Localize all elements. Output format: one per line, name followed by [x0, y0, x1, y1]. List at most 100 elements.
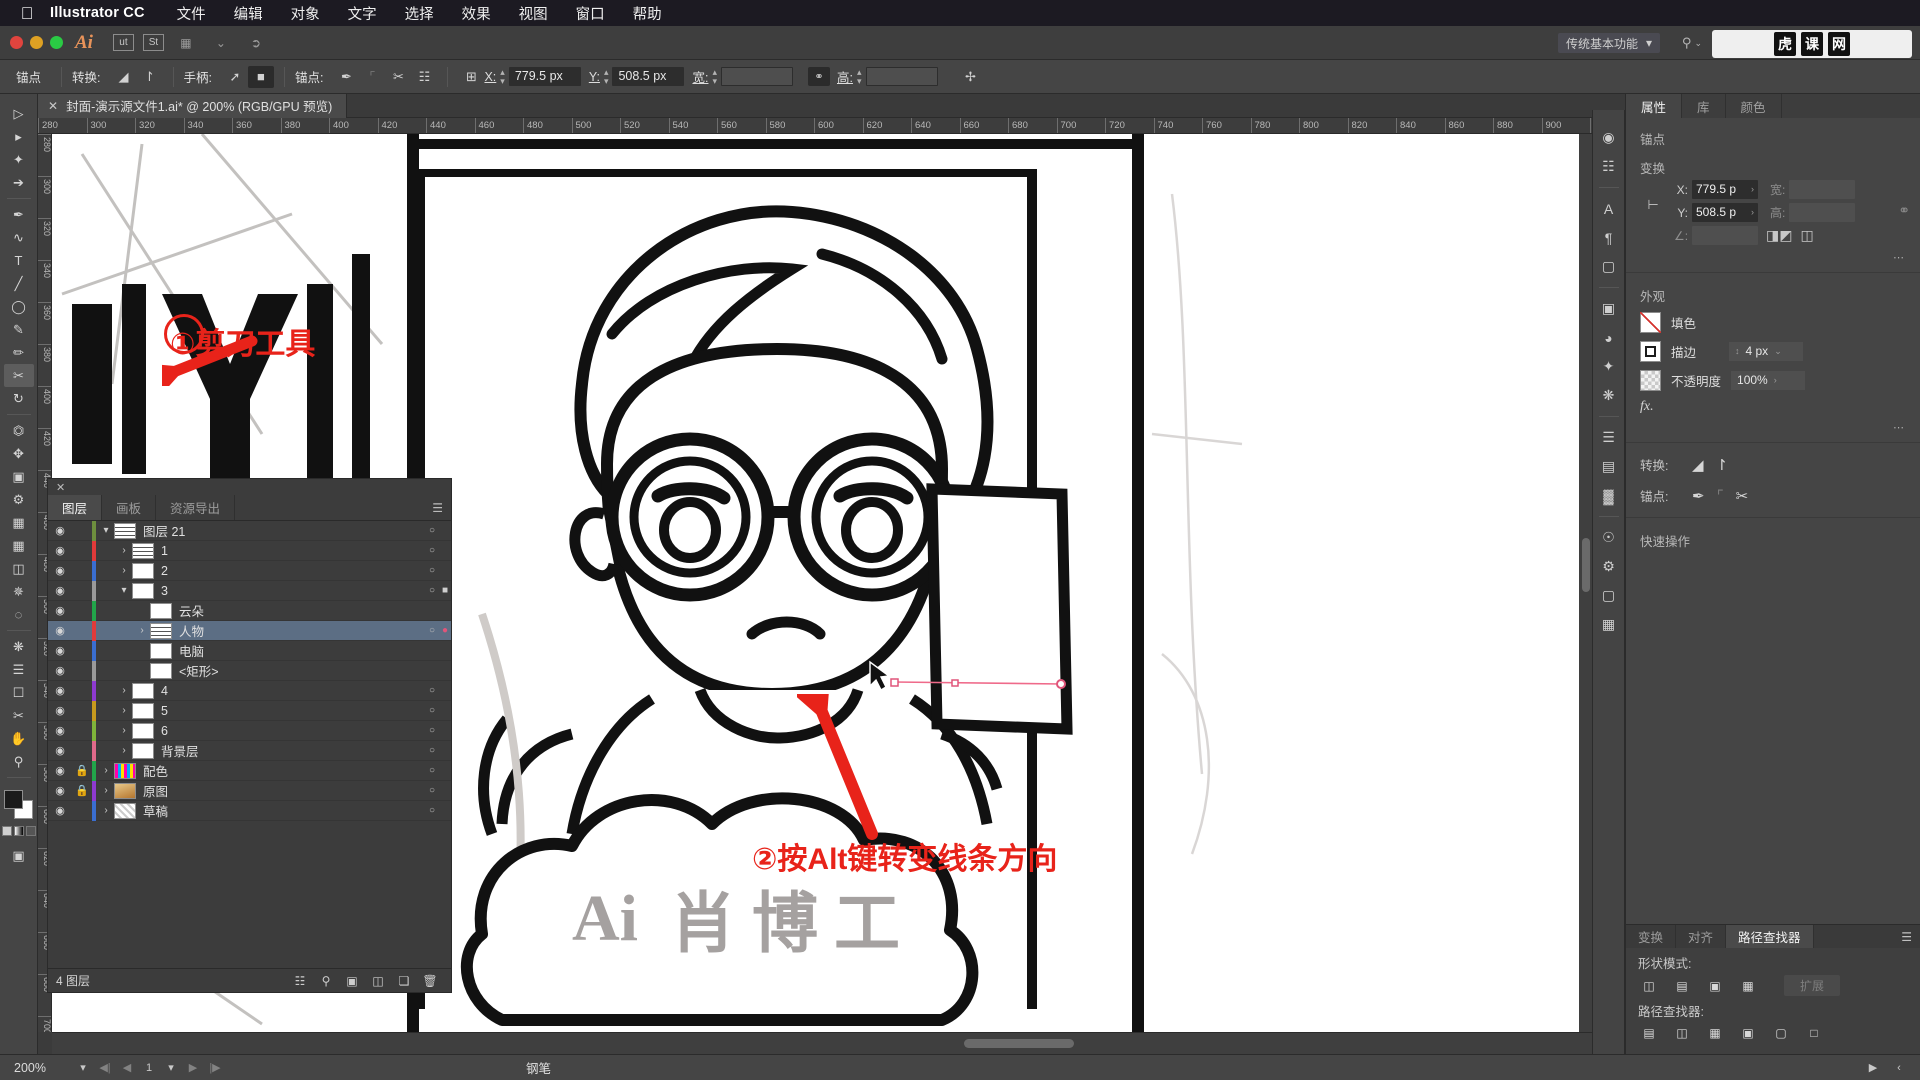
isolate-icon[interactable]: ☷	[411, 66, 437, 88]
target-indicator[interactable]: ○	[425, 685, 439, 696]
column-graph-tool[interactable]: ☰	[4, 658, 34, 681]
canvas-vertical-scrollbar[interactable]	[1579, 134, 1592, 1032]
outline-icon[interactable]: ▢	[1770, 1023, 1792, 1042]
menu-help[interactable]: 帮助	[619, 3, 676, 24]
stock-icon[interactable]: St	[142, 34, 164, 51]
panel-close-icon[interactable]: ✕	[48, 479, 451, 495]
y-input[interactable]: 508.5 p ›	[1692, 203, 1758, 222]
tab-color[interactable]: 颜色	[1726, 94, 1782, 118]
width-field-group[interactable]: 宽: ▴ ▾	[692, 67, 793, 86]
width-tool[interactable]: ✥	[4, 442, 34, 465]
curvature-tool[interactable]: ∿	[4, 226, 34, 249]
flip-vertical-icon[interactable]: ◫	[1800, 227, 1813, 244]
disclosure-triangle-icon[interactable]: ▾	[98, 525, 114, 536]
selection-indicator[interactable]: ●	[439, 625, 451, 636]
play-icon[interactable]: ▶	[1862, 1061, 1884, 1074]
more-options-icon[interactable]: ⋯	[1626, 249, 1920, 266]
layer-row[interactable]: ◉ › 5 ○	[48, 700, 451, 721]
layer-row[interactable]: ◉ 🔒 › 配色 ○	[48, 760, 451, 781]
layer-row[interactable]: ◉ › 1 ○	[48, 540, 451, 561]
hand-tool[interactable]: ✋	[4, 727, 34, 750]
stroke-row[interactable]: 描边 ↕ 4 px ⌄	[1626, 337, 1920, 366]
layer-row[interactable]: ◉ › 草稿 ○	[48, 800, 451, 821]
layer-name[interactable]: 1	[161, 544, 425, 558]
eye-icon[interactable]: ◉	[48, 584, 72, 597]
gradient-swatch-button[interactable]	[13, 826, 24, 836]
fill-stroke-swatches[interactable]	[2, 788, 36, 822]
document-tab[interactable]: ✕ 封面-演示源文件1.ai* @ 200% (RGB/GPU 预览)	[38, 93, 348, 118]
rotate-tool[interactable]: ↻	[4, 387, 34, 410]
color-mode-buttons[interactable]	[1, 826, 36, 836]
align-icon[interactable]: ☉	[1595, 524, 1622, 551]
close-icon[interactable]: ✕	[48, 99, 58, 113]
layers-list[interactable]: ◉ ▾ 图层 21 ○ ◉ › 1 ○ ◉ › 2 ○ ◉ ▾ 3 ○ ■ ◉ 云朵 ◉ › 人物 ○ ● ◉ 电脑 ◉ <矩形> ◉ ›…	[48, 521, 451, 968]
target-indicator[interactable]: ○	[425, 545, 439, 556]
eye-icon[interactable]: ◉	[48, 764, 72, 777]
eye-icon[interactable]: ◉	[48, 624, 72, 637]
gradient-tool[interactable]: ◫	[4, 557, 34, 580]
workspace-switcher[interactable]: 传统基本功能 ▾	[1557, 33, 1660, 53]
disclosure-triangle-icon[interactable]: ›	[116, 565, 132, 576]
connect-anchor-icon[interactable]: ⌜	[359, 66, 385, 88]
tab-align[interactable]: 对齐	[1676, 925, 1727, 948]
scale-tool[interactable]: ⏣	[4, 419, 34, 442]
layer-row[interactable]: ◉ <矩形>	[48, 660, 451, 681]
canvas-horizontal-scrollbar[interactable]	[52, 1032, 1625, 1054]
angle-input[interactable]	[1692, 226, 1758, 245]
zoom-level-input[interactable]: 200%	[14, 1061, 72, 1075]
maximize-window-button[interactable]	[50, 36, 63, 49]
exclude-icon[interactable]: ▦	[1737, 976, 1759, 995]
disclosure-triangle-icon[interactable]: ›	[116, 725, 132, 736]
opacity-input[interactable]: 100% ›	[1731, 371, 1806, 390]
chevron-left-icon[interactable]: ‹	[1888, 1062, 1910, 1074]
crop-icon[interactable]: ▣	[1737, 1023, 1759, 1042]
layer-row[interactable]: ◉ › 4 ○	[48, 680, 451, 701]
panel-menu-icon[interactable]: ☰	[432, 495, 451, 520]
color-guide-icon[interactable]: ☷	[1595, 153, 1622, 180]
x-input[interactable]: 779.5 px	[508, 67, 581, 86]
corner-anchor-icon[interactable]: ◢	[1692, 456, 1704, 474]
layer-name[interactable]: 图层 21	[143, 521, 425, 540]
eye-icon[interactable]: ◉	[48, 804, 72, 817]
transparency-icon[interactable]: ◕	[1595, 324, 1622, 351]
fill-row[interactable]: 填色	[1626, 308, 1920, 337]
line-segment-tool[interactable]: ╱	[4, 272, 34, 295]
layer-name[interactable]: 5	[161, 704, 425, 718]
tab-transform[interactable]: 变换	[1626, 925, 1677, 948]
eye-icon[interactable]: ◉	[48, 564, 72, 577]
layer-name[interactable]: 草稿	[143, 801, 425, 820]
align-icon[interactable]: ⊞	[458, 66, 484, 88]
disclosure-triangle-icon[interactable]: ›	[134, 625, 150, 636]
minus-back-icon[interactable]: □	[1803, 1023, 1825, 1042]
target-indicator[interactable]: ○	[425, 745, 439, 756]
reference-point-icon[interactable]: ⊢	[1636, 180, 1670, 230]
target-indicator[interactable]: ○	[425, 585, 439, 596]
minus-front-icon[interactable]: ▤	[1671, 976, 1693, 995]
height-stepper[interactable]: ▴ ▾	[857, 67, 862, 86]
layer-row[interactable]: ◉ › 2 ○	[48, 560, 451, 581]
chevron-down-icon[interactable]: ▾	[72, 1061, 94, 1074]
intersect-icon[interactable]: ▣	[1704, 976, 1726, 995]
search-adobe-stock[interactable]: ⚲ ⌄	[1682, 35, 1702, 51]
eye-icon[interactable]: ◉	[48, 604, 72, 617]
paragraph-icon[interactable]: ¶	[1595, 224, 1622, 251]
width-stepper[interactable]: ▴ ▾	[712, 67, 717, 86]
search-icon[interactable]: ⚲	[313, 974, 339, 988]
smooth-anchor-icon[interactable]: ↾	[1716, 456, 1729, 474]
expand-button[interactable]: 扩展	[1784, 975, 1841, 996]
divide-icon[interactable]: ▤	[1638, 1023, 1660, 1042]
layers-icon[interactable]: ▦	[1595, 611, 1622, 638]
blend-tool[interactable]: ◌	[4, 603, 34, 626]
menu-window[interactable]: 窗口	[562, 3, 619, 24]
height-field-group[interactable]: 高: ▴ ▾	[837, 67, 938, 86]
shape-builder-tool[interactable]: ⚙	[4, 488, 34, 511]
trim-icon[interactable]: ◫	[1671, 1023, 1693, 1042]
screen-mode-icon[interactable]: ▣	[4, 844, 34, 867]
pen-tool[interactable]: ✒	[4, 203, 34, 226]
stroke-weight-input[interactable]: ↕ 4 px ⌄	[1729, 342, 1803, 361]
opacity-swatch[interactable]	[1640, 370, 1661, 391]
graphic-styles-icon[interactable]: ❋	[1595, 382, 1622, 409]
paintbrush-tool[interactable]: ✎	[4, 318, 34, 341]
slice-tool[interactable]: ✂	[4, 704, 34, 727]
delete-layer-icon[interactable]: 🗑	[417, 974, 443, 988]
